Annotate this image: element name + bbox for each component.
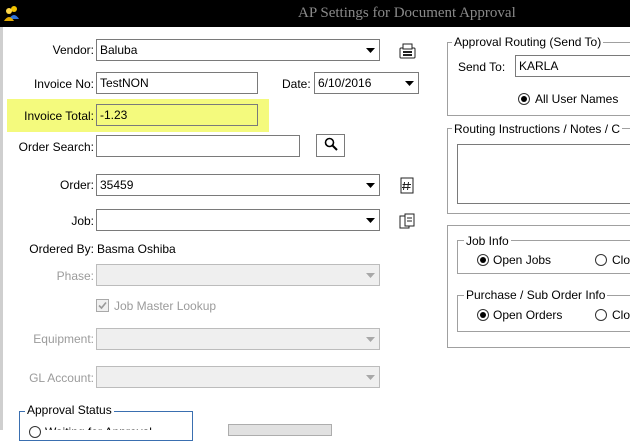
chevron-down-icon[interactable] xyxy=(401,73,418,93)
order-label: Order: xyxy=(59,178,94,192)
open-jobs-radio[interactable] xyxy=(477,254,489,266)
invoice-no-input[interactable]: TestNON xyxy=(96,72,258,94)
search-button[interactable] xyxy=(316,134,345,157)
chevron-down-icon[interactable] xyxy=(362,329,379,349)
copy-icon[interactable] xyxy=(397,211,417,231)
job-master-lookup-checkbox[interactable] xyxy=(96,299,109,312)
invoice-total-label: Invoice Total: xyxy=(24,109,94,123)
order-dropdown[interactable]: 35459 xyxy=(96,174,380,196)
routing-notes-textarea[interactable] xyxy=(457,144,630,204)
purchase-info-label: Purchase / Sub Order Info xyxy=(464,288,608,302)
date-picker[interactable]: 6/10/2016 xyxy=(314,72,419,94)
vendor-dropdown[interactable]: Baluba xyxy=(96,39,380,61)
phase-label: Phase: xyxy=(56,269,94,283)
waiting-approval-label: Waiting for Approval xyxy=(45,425,152,430)
checkmark-icon xyxy=(98,301,107,310)
open-orders-label: Open Orders xyxy=(493,308,563,322)
order-value: 35459 xyxy=(100,178,134,192)
chevron-down-icon[interactable] xyxy=(362,265,379,285)
phase-dropdown[interactable] xyxy=(96,264,380,286)
job-label: Job: xyxy=(71,214,94,228)
window-left-border xyxy=(0,27,3,430)
open-jobs-label: Open Jobs xyxy=(493,253,552,267)
invoice-no-label: Invoice No: xyxy=(33,77,94,91)
job-master-lookup-label: Job Master Lookup xyxy=(114,299,217,313)
search-icon xyxy=(324,137,338,154)
closed-jobs-radio[interactable] xyxy=(595,254,607,266)
all-user-names-radio[interactable] xyxy=(518,93,530,105)
date-value: 6/10/2016 xyxy=(318,76,372,90)
order-search-label: Order Search: xyxy=(18,140,94,154)
job-info-label: Job Info xyxy=(464,234,511,248)
send-to-label: Send To: xyxy=(458,60,506,74)
gl-account-dropdown[interactable] xyxy=(96,366,380,388)
approval-action-button[interactable] xyxy=(228,424,332,436)
ordered-by-value: Basma Oshiba xyxy=(97,242,176,256)
invoice-total-input[interactable]: -1.23 xyxy=(96,104,258,126)
equipment-label: Equipment: xyxy=(33,332,94,346)
send-to-input[interactable]: KARLA xyxy=(515,55,630,77)
all-user-names-label: All User Names xyxy=(535,92,619,106)
date-label: Date: xyxy=(282,77,311,91)
app-users-icon[interactable] xyxy=(4,5,20,21)
open-orders-radio[interactable] xyxy=(477,309,489,321)
order-search-input[interactable] xyxy=(96,135,300,157)
closed-orders-label: Clo xyxy=(612,308,630,322)
chevron-down-icon[interactable] xyxy=(362,367,379,387)
closed-orders-radio[interactable] xyxy=(595,309,607,321)
vendor-label: Vendor: xyxy=(52,43,94,57)
routing-instructions-label: Routing Instructions / Notes / C xyxy=(452,122,623,136)
job-dropdown[interactable] xyxy=(96,209,380,231)
chevron-down-icon[interactable] xyxy=(362,40,379,60)
window-title: AP Settings for Document Approval xyxy=(298,5,516,21)
approval-status-label: Approval Status xyxy=(25,403,114,417)
approval-routing-label: Approval Routing (Send To) xyxy=(452,35,604,49)
vendor-value: Baluba xyxy=(100,43,138,57)
chevron-down-icon[interactable] xyxy=(362,210,379,230)
waiting-approval-radio[interactable] xyxy=(29,426,41,438)
phone-book-icon[interactable] xyxy=(397,41,417,61)
gl-account-label: GL Account: xyxy=(29,371,94,385)
order-number-icon[interactable] xyxy=(397,175,417,195)
closed-jobs-label: Clo xyxy=(612,253,630,267)
chevron-down-icon[interactable] xyxy=(362,175,379,195)
equipment-dropdown[interactable] xyxy=(96,328,380,350)
ordered-by-label: Ordered By: xyxy=(29,242,94,256)
